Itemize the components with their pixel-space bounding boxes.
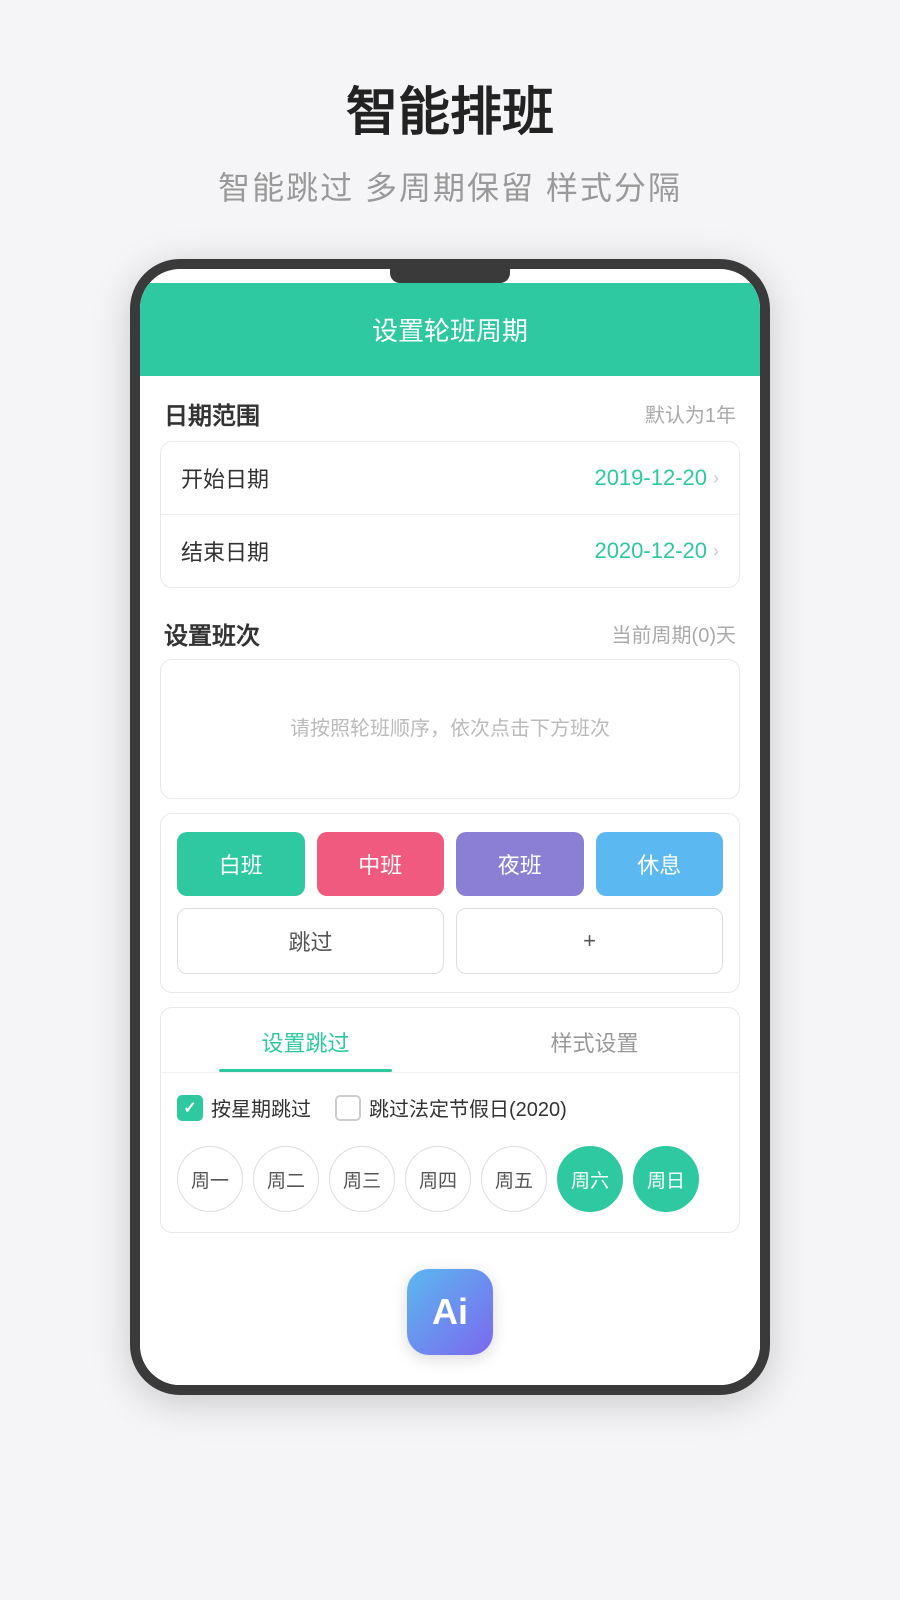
end-date-value: 2020-12-20 ›: [594, 538, 719, 564]
checkbox-week-skip[interactable]: ✓ 按星期跳过: [177, 1093, 311, 1122]
shift-section-label: 设置班次: [164, 616, 260, 651]
night-shift-button[interactable]: 夜班: [456, 832, 584, 896]
phone-frame: 设置轮班周期 日期范围 默认为1年 开始日期 2019-12-20 › 结束日期…: [130, 259, 770, 1395]
tab-set-skip[interactable]: 设置跳过: [161, 1008, 450, 1072]
day-pill-fri[interactable]: 周五: [481, 1146, 547, 1212]
start-date-label: 开始日期: [181, 462, 269, 494]
day-pills-row: 周一 周二 周三 周四 周五 周六 周日: [177, 1146, 723, 1212]
checkbox-holiday-skip[interactable]: 跳过法定节假日(2020): [335, 1093, 567, 1122]
screen-header: 设置轮班周期: [140, 283, 760, 376]
page-subtitle: 智能跳过 多周期保留 样式分隔: [218, 163, 682, 209]
date-section-header: 日期范围 默认为1年: [140, 376, 760, 441]
day-pill-wed[interactable]: 周三: [329, 1146, 395, 1212]
ai-badge[interactable]: Ai: [407, 1269, 493, 1355]
shift-empty-box: 请按照轮班顺序，依次点击下方班次: [160, 659, 740, 799]
tab-content: ✓ 按星期跳过 跳过法定节假日(2020) 周一 周二 周三 周四 周五: [161, 1073, 739, 1232]
start-date-row[interactable]: 开始日期 2019-12-20 ›: [161, 442, 739, 514]
tab-bar: 设置跳过 样式设置: [161, 1008, 739, 1073]
add-shift-button[interactable]: +: [456, 908, 723, 974]
mid-shift-button[interactable]: 中班: [317, 832, 445, 896]
date-card: 开始日期 2019-12-20 › 结束日期 2020-12-20 ›: [160, 441, 740, 588]
page-header: 智能排班 智能跳过 多周期保留 样式分隔: [218, 0, 682, 229]
day-pill-sat[interactable]: 周六: [557, 1146, 623, 1212]
shift-extra-buttons-row: 跳过 +: [177, 908, 723, 974]
start-date-value: 2019-12-20 ›: [594, 465, 719, 491]
screen-header-title: 设置轮班周期: [160, 311, 740, 348]
date-section-label: 日期范围: [164, 396, 260, 431]
end-date-chevron-icon: ›: [713, 541, 719, 562]
day-pill-mon[interactable]: 周一: [177, 1146, 243, 1212]
end-date-label: 结束日期: [181, 535, 269, 567]
checkbox-week-skip-label: 按星期跳过: [211, 1093, 311, 1122]
phone-screen: 设置轮班周期 日期范围 默认为1年 开始日期 2019-12-20 › 结束日期…: [140, 283, 760, 1385]
day-pill-thu[interactable]: 周四: [405, 1146, 471, 1212]
skip-button[interactable]: 跳过: [177, 908, 444, 974]
checkmark-icon: ✓: [183, 1098, 196, 1118]
ai-badge-area: Ai: [140, 1249, 760, 1385]
checkbox-holiday-skip-label: 跳过法定节假日(2020): [369, 1093, 567, 1122]
tab-style-settings[interactable]: 样式设置: [450, 1008, 739, 1072]
shift-empty-text: 请按照轮班顺序，依次点击下方班次: [290, 712, 610, 746]
tab-card: 设置跳过 样式设置 ✓ 按星期跳过 跳过法定节假日(2020): [160, 1007, 740, 1233]
end-date-row[interactable]: 结束日期 2020-12-20 ›: [161, 514, 739, 587]
page-title: 智能排班: [218, 70, 682, 145]
shift-main-buttons-row: 白班 中班 夜班 休息: [177, 832, 723, 896]
shift-section-note: 当前周期(0)天: [612, 619, 736, 648]
shift-buttons-card: 白班 中班 夜班 休息 跳过 +: [160, 813, 740, 993]
checkbox-holiday-skip-box: [335, 1095, 361, 1121]
start-date-chevron-icon: ›: [713, 468, 719, 489]
white-shift-button[interactable]: 白班: [177, 832, 305, 896]
checkbox-row: ✓ 按星期跳过 跳过法定节假日(2020): [177, 1093, 723, 1122]
rest-shift-button[interactable]: 休息: [596, 832, 724, 896]
date-section-note: 默认为1年: [645, 399, 736, 428]
day-pill-sun[interactable]: 周日: [633, 1146, 699, 1212]
day-pill-tue[interactable]: 周二: [253, 1146, 319, 1212]
checkbox-week-skip-box: ✓: [177, 1095, 203, 1121]
shift-section-header: 设置班次 当前周期(0)天: [140, 598, 760, 659]
